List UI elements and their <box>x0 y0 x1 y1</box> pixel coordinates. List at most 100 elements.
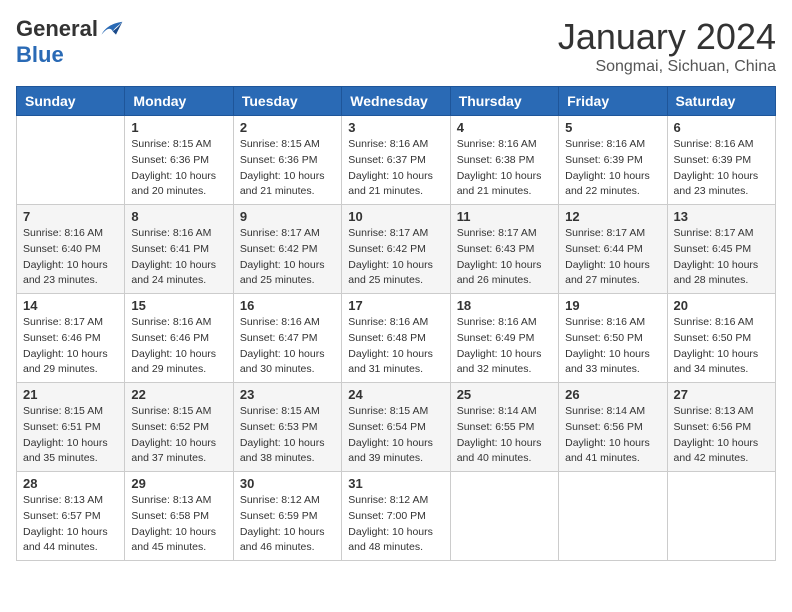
header-day-wednesday: Wednesday <box>342 87 450 116</box>
calendar-cell: 23 Sunrise: 8:15 AM Sunset: 6:53 PM Dayli… <box>233 383 341 472</box>
day-info: Sunrise: 8:16 AM Sunset: 6:48 PM Dayligh… <box>348 315 443 378</box>
day-number: 11 <box>457 209 552 224</box>
calendar-week-3: 14 Sunrise: 8:17 AM Sunset: 6:46 PM Dayli… <box>17 294 776 383</box>
calendar-cell: 2 Sunrise: 8:15 AM Sunset: 6:36 PM Daylig… <box>233 116 341 205</box>
calendar-cell: 18Sunrise: 8:16 AM Sunset: 6:49 PM Dayli… <box>450 294 558 383</box>
calendar-cell <box>450 472 558 561</box>
day-info: Sunrise: 8:17 AM Sunset: 6:42 PM Dayligh… <box>348 226 443 289</box>
location-subtitle: Songmai, Sichuan, China <box>558 58 776 76</box>
day-number: 28 <box>23 476 118 491</box>
calendar-cell: 11 Sunrise: 8:17 AM Sunset: 6:43 PM Dayli… <box>450 205 558 294</box>
day-number: 20 <box>674 298 769 313</box>
calendar-cell: 21 Sunrise: 8:15 AM Sunset: 6:51 PM Dayli… <box>17 383 125 472</box>
day-number: 6 <box>674 120 769 135</box>
day-info: Sunrise: 8:12 AM Sunset: 7:00 PM Dayligh… <box>348 493 443 556</box>
calendar-header-row: SundayMondayTuesdayWednesdayThursdayFrid… <box>17 87 776 116</box>
day-info: Sunrise: 8:16 AM Sunset: 6:50 PM Dayligh… <box>565 315 660 378</box>
header-day-thursday: Thursday <box>450 87 558 116</box>
calendar-cell: 25 Sunrise: 8:14 AM Sunset: 6:55 PM Dayli… <box>450 383 558 472</box>
day-number: 9 <box>240 209 335 224</box>
logo-general-text: General <box>16 16 98 42</box>
day-info: Sunrise: 8:16 AM Sunset: 6:47 PM Dayligh… <box>240 315 335 378</box>
day-info: Sunrise: 8:16 AM Sunset: 6:46 PM Dayligh… <box>131 315 226 378</box>
calendar-cell: 31 Sunrise: 8:12 AM Sunset: 7:00 PM Dayli… <box>342 472 450 561</box>
day-number: 27 <box>674 387 769 402</box>
header-day-friday: Friday <box>559 87 667 116</box>
day-info: Sunrise: 8:16 AM Sunset: 6:37 PM Dayligh… <box>348 137 443 200</box>
day-number: 25 <box>457 387 552 402</box>
day-number: 16 <box>240 298 335 313</box>
day-number: 1 <box>131 120 226 135</box>
calendar-cell: 5Sunrise: 8:16 AM Sunset: 6:39 PM Daylig… <box>559 116 667 205</box>
day-number: 4 <box>457 120 552 135</box>
calendar-cell: 14 Sunrise: 8:17 AM Sunset: 6:46 PM Dayli… <box>17 294 125 383</box>
header-day-saturday: Saturday <box>667 87 775 116</box>
header-day-sunday: Sunday <box>17 87 125 116</box>
calendar-table: SundayMondayTuesdayWednesdayThursdayFrid… <box>16 86 776 561</box>
calendar-cell: 27 Sunrise: 8:13 AM Sunset: 6:56 PM Dayli… <box>667 383 775 472</box>
day-number: 26 <box>565 387 660 402</box>
day-number: 29 <box>131 476 226 491</box>
calendar-cell: 4Sunrise: 8:16 AM Sunset: 6:38 PM Daylig… <box>450 116 558 205</box>
logo: General Blue <box>16 16 124 68</box>
calendar-cell: 9 Sunrise: 8:17 AM Sunset: 6:42 PM Daylig… <box>233 205 341 294</box>
day-number: 21 <box>23 387 118 402</box>
day-number: 22 <box>131 387 226 402</box>
title-block: January 2024 Songmai, Sichuan, China <box>558 16 776 76</box>
calendar-cell: 3 Sunrise: 8:16 AM Sunset: 6:37 PM Daylig… <box>342 116 450 205</box>
calendar-cell: 29Sunrise: 8:13 AM Sunset: 6:58 PM Dayli… <box>125 472 233 561</box>
day-number: 23 <box>240 387 335 402</box>
day-number: 24 <box>348 387 443 402</box>
day-info: Sunrise: 8:15 AM Sunset: 6:54 PM Dayligh… <box>348 404 443 467</box>
day-info: Sunrise: 8:17 AM Sunset: 6:44 PM Dayligh… <box>565 226 660 289</box>
day-number: 10 <box>348 209 443 224</box>
day-info: Sunrise: 8:14 AM Sunset: 6:55 PM Dayligh… <box>457 404 552 467</box>
day-info: Sunrise: 8:17 AM Sunset: 6:42 PM Dayligh… <box>240 226 335 289</box>
day-info: Sunrise: 8:15 AM Sunset: 6:51 PM Dayligh… <box>23 404 118 467</box>
page-header: General Blue January 2024 Songmai, Sichu… <box>16 16 776 76</box>
calendar-cell <box>559 472 667 561</box>
calendar-cell: 30 Sunrise: 8:12 AM Sunset: 6:59 PM Dayli… <box>233 472 341 561</box>
day-info: Sunrise: 8:15 AM Sunset: 6:53 PM Dayligh… <box>240 404 335 467</box>
day-info: Sunrise: 8:13 AM Sunset: 6:57 PM Dayligh… <box>23 493 118 556</box>
calendar-cell <box>17 116 125 205</box>
day-number: 14 <box>23 298 118 313</box>
day-info: Sunrise: 8:16 AM Sunset: 6:39 PM Dayligh… <box>674 137 769 200</box>
day-info: Sunrise: 8:16 AM Sunset: 6:50 PM Dayligh… <box>674 315 769 378</box>
calendar-cell: 6 Sunrise: 8:16 AM Sunset: 6:39 PM Daylig… <box>667 116 775 205</box>
calendar-cell: 1Sunrise: 8:15 AM Sunset: 6:36 PM Daylig… <box>125 116 233 205</box>
day-number: 15 <box>131 298 226 313</box>
calendar-cell: 28 Sunrise: 8:13 AM Sunset: 6:57 PM Dayli… <box>17 472 125 561</box>
day-info: Sunrise: 8:17 AM Sunset: 6:46 PM Dayligh… <box>23 315 118 378</box>
day-number: 17 <box>348 298 443 313</box>
day-number: 2 <box>240 120 335 135</box>
calendar-cell: 26Sunrise: 8:14 AM Sunset: 6:56 PM Dayli… <box>559 383 667 472</box>
logo-bird-icon <box>100 19 124 39</box>
day-number: 31 <box>348 476 443 491</box>
day-number: 7 <box>23 209 118 224</box>
day-number: 18 <box>457 298 552 313</box>
calendar-cell: 10 Sunrise: 8:17 AM Sunset: 6:42 PM Dayli… <box>342 205 450 294</box>
day-number: 13 <box>674 209 769 224</box>
calendar-week-4: 21 Sunrise: 8:15 AM Sunset: 6:51 PM Dayli… <box>17 383 776 472</box>
day-info: Sunrise: 8:17 AM Sunset: 6:45 PM Dayligh… <box>674 226 769 289</box>
header-day-monday: Monday <box>125 87 233 116</box>
day-number: 3 <box>348 120 443 135</box>
day-number: 5 <box>565 120 660 135</box>
day-info: Sunrise: 8:17 AM Sunset: 6:43 PM Dayligh… <box>457 226 552 289</box>
day-info: Sunrise: 8:12 AM Sunset: 6:59 PM Dayligh… <box>240 493 335 556</box>
calendar-cell: 7Sunrise: 8:16 AM Sunset: 6:40 PM Daylig… <box>17 205 125 294</box>
calendar-cell: 19 Sunrise: 8:16 AM Sunset: 6:50 PM Dayli… <box>559 294 667 383</box>
calendar-cell: 20 Sunrise: 8:16 AM Sunset: 6:50 PM Dayli… <box>667 294 775 383</box>
calendar-cell: 8Sunrise: 8:16 AM Sunset: 6:41 PM Daylig… <box>125 205 233 294</box>
calendar-cell: 15 Sunrise: 8:16 AM Sunset: 6:46 PM Dayli… <box>125 294 233 383</box>
calendar-cell: 16 Sunrise: 8:16 AM Sunset: 6:47 PM Dayli… <box>233 294 341 383</box>
day-number: 19 <box>565 298 660 313</box>
calendar-cell: 24 Sunrise: 8:15 AM Sunset: 6:54 PM Dayli… <box>342 383 450 472</box>
calendar-week-1: 1 Sunrise: 8:15 AM Sunset: 6:36 PM Daylig… <box>17 116 776 205</box>
day-number: 30 <box>240 476 335 491</box>
day-number: 8 <box>131 209 226 224</box>
calendar-cell: 13 Sunrise: 8:17 AM Sunset: 6:45 PM Dayli… <box>667 205 775 294</box>
day-info: Sunrise: 8:13 AM Sunset: 6:56 PM Dayligh… <box>674 404 769 467</box>
day-info: Sunrise: 8:15 AM Sunset: 6:36 PM Dayligh… <box>240 137 335 200</box>
